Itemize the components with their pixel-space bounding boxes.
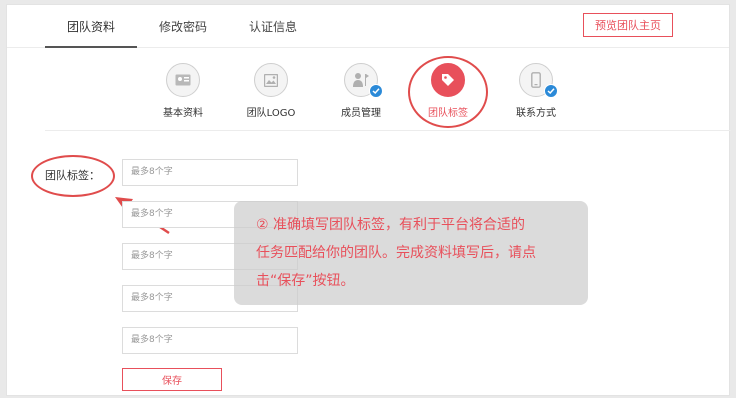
step-team-logo[interactable]: 团队LOGO xyxy=(231,63,311,119)
save-button[interactable]: 保存 xyxy=(122,368,222,391)
tooltip-line: 任务匹配给你的团队。完成资料填写后，请点 xyxy=(256,245,536,261)
member-icon xyxy=(344,63,383,98)
step-label: 团队LOGO xyxy=(246,108,296,119)
preview-team-homepage-button[interactable]: 预览团队主页 xyxy=(583,13,673,37)
tooltip-line: ② 准确填写团队标签，有利于平台将合适的 xyxy=(256,217,525,233)
section-divider xyxy=(45,130,731,131)
tab-change-password[interactable]: 修改密码 xyxy=(159,18,207,35)
completed-check-icon xyxy=(369,84,383,98)
step-label: 基本资料 xyxy=(163,108,203,119)
step-label: 成员管理 xyxy=(341,108,381,119)
tooltip-line: 击“保存”按钮。 xyxy=(256,273,355,289)
highlight-ring-label xyxy=(31,155,115,197)
profile-card: 团队资料 修改密码 认证信息 预览团队主页 基本资料 团队LOGO 成员管理 团… xyxy=(6,4,731,396)
step-contact-info[interactable]: 联系方式 xyxy=(496,63,576,119)
step-member-management[interactable]: 成员管理 xyxy=(321,63,401,119)
tag-input-1[interactable]: 最多8个字 xyxy=(122,159,298,186)
step-basic-info[interactable]: 基本资料 xyxy=(143,63,223,119)
tag-input-5[interactable]: 最多8个字 xyxy=(122,327,298,354)
completed-check-icon xyxy=(544,84,558,98)
phone-icon xyxy=(519,63,558,98)
id-card-icon xyxy=(166,63,200,97)
highlight-ring-active-step xyxy=(408,56,488,128)
step-label: 联系方式 xyxy=(516,108,556,119)
tab-team-profile[interactable]: 团队资料 xyxy=(67,18,115,35)
image-icon xyxy=(254,63,288,97)
instruction-tooltip: ② 准确填写团队标签，有利于平台将合适的 任务匹配给你的团队。完成资料填写后，请… xyxy=(234,201,588,305)
active-tab-indicator xyxy=(45,46,137,48)
tab-verification[interactable]: 认证信息 xyxy=(249,18,297,35)
tab-bar: 团队资料 修改密码 认证信息 预览团队主页 xyxy=(7,5,729,48)
